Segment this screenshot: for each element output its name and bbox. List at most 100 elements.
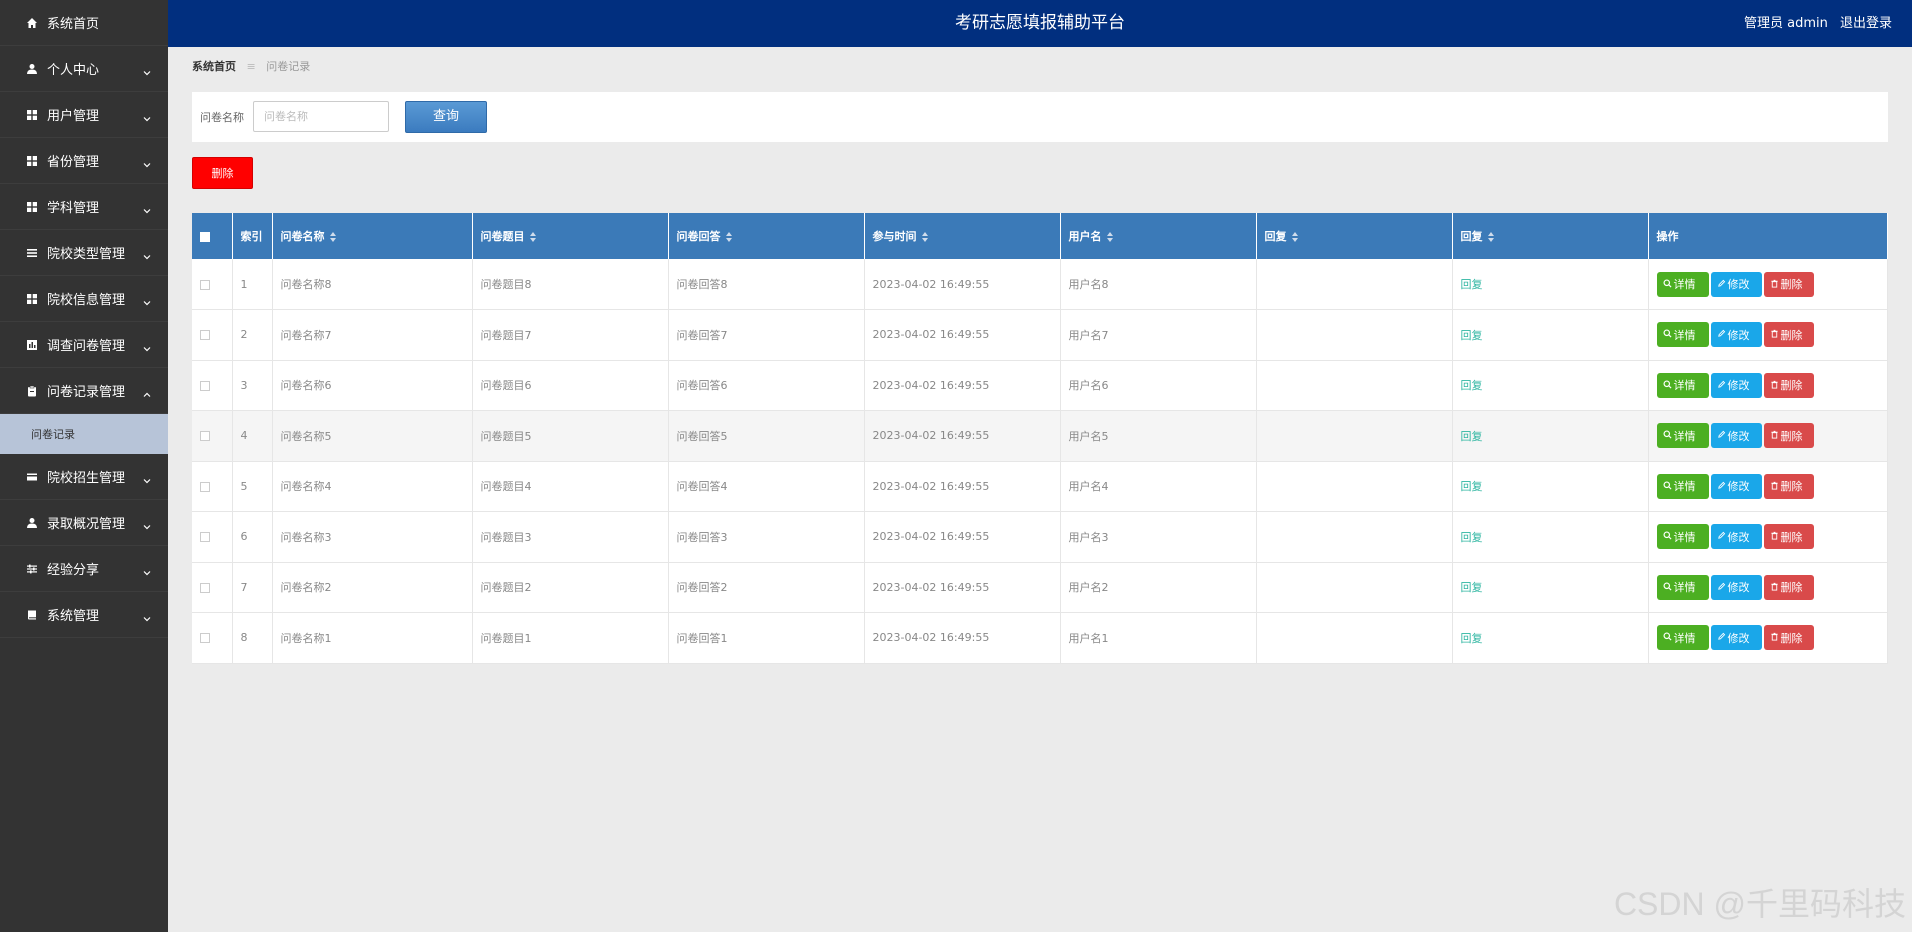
- sidebar-item-system-management[interactable]: 系统管理: [0, 592, 168, 638]
- sort-icon[interactable]: [1487, 232, 1494, 242]
- sidebar-subitem-survey-records[interactable]: 问卷记录: [0, 414, 168, 454]
- detail-button[interactable]: 详情: [1656, 322, 1709, 348]
- delete-button[interactable]: 删除: [1763, 574, 1814, 600]
- sidebar-item-home[interactable]: 系统首页: [0, 0, 168, 46]
- chevron-down-icon: [142, 517, 152, 530]
- search-input[interactable]: [253, 101, 389, 132]
- detail-button[interactable]: 详情: [1656, 524, 1709, 550]
- breadcrumb-home[interactable]: 系统首页: [192, 60, 236, 73]
- table-row[interactable]: 5 问卷名称4 问卷题目4 问卷回答4 2023-04-02 16:49:55 用户名4 回…: [192, 461, 1888, 512]
- table-row[interactable]: 4 问卷名称5 问卷题目5 问卷回答5 2023-04-02 16:49:55 用户名5 回…: [192, 410, 1888, 462]
- edit-button[interactable]: 修改: [1710, 271, 1762, 297]
- batch-delete-button[interactable]: 删除: [192, 157, 253, 189]
- sidebar-item-user-management[interactable]: 用户管理: [0, 92, 168, 138]
- reply-link[interactable]: 回复: [1461, 278, 1483, 291]
- delete-button[interactable]: 删除: [1763, 524, 1814, 550]
- table-row[interactable]: 1 问卷名称8 问卷题目8 问卷回答8 2023-04-02 16:49:55 用户名8 回…: [192, 259, 1888, 310]
- row-checkbox[interactable]: [200, 279, 210, 290]
- edit-button[interactable]: 修改: [1710, 372, 1762, 398]
- search-icon: [1662, 480, 1674, 493]
- col-reply-text[interactable]: 回复: [1256, 213, 1453, 259]
- reply-link[interactable]: 回复: [1461, 581, 1483, 594]
- sidebar-item-subject-management[interactable]: 学科管理: [0, 184, 168, 230]
- delete-button[interactable]: 删除: [1763, 372, 1814, 398]
- sidebar-item-school-type-management[interactable]: 院校类型管理: [0, 230, 168, 276]
- col-user[interactable]: 用户名: [1060, 213, 1257, 259]
- row-select-cell: [192, 410, 233, 462]
- sidebar-item-school-info-management[interactable]: 院校信息管理: [0, 276, 168, 322]
- col-reply-action[interactable]: 回复: [1452, 213, 1649, 259]
- reply-link[interactable]: 回复: [1461, 329, 1483, 342]
- sort-icon[interactable]: [329, 232, 336, 242]
- reply-link[interactable]: 回复: [1461, 531, 1483, 544]
- edit-button[interactable]: 修改: [1710, 574, 1762, 600]
- edit-button[interactable]: 修改: [1710, 625, 1762, 651]
- sidebar-item-personal-center[interactable]: 个人中心: [0, 46, 168, 92]
- sidebar-item-experience-sharing[interactable]: 经验分享: [0, 546, 168, 592]
- row-checkbox[interactable]: [200, 532, 210, 543]
- sort-icon[interactable]: [1106, 232, 1113, 242]
- select-all-checkbox[interactable]: [200, 231, 210, 242]
- detail-button[interactable]: 详情: [1656, 271, 1709, 297]
- row-checkbox[interactable]: [200, 431, 210, 442]
- sidebar-item-enrollment-overview[interactable]: 录取概况管理: [0, 500, 168, 546]
- cell-answer: 问卷回答4: [668, 461, 865, 512]
- delete-button[interactable]: 删除: [1763, 423, 1814, 449]
- reply-link[interactable]: 回复: [1461, 632, 1483, 645]
- reply-link[interactable]: 回复: [1461, 430, 1483, 443]
- delete-button[interactable]: 删除: [1763, 625, 1814, 651]
- row-checkbox[interactable]: [200, 582, 210, 593]
- sort-icon[interactable]: [1291, 232, 1298, 242]
- delete-button[interactable]: 删除: [1763, 473, 1814, 499]
- detail-button[interactable]: 详情: [1656, 372, 1709, 398]
- delete-button[interactable]: 删除: [1763, 322, 1814, 348]
- trash-icon: [1770, 328, 1781, 341]
- delete-label: 删除: [1780, 581, 1803, 595]
- cell-index: 8: [232, 612, 273, 664]
- table-row[interactable]: 2 问卷名称7 问卷题目7 问卷回答7 2023-04-02 16:49:55 用户名7 回…: [192, 309, 1888, 361]
- breadcrumb: 系统首页 ≡ 问卷记录: [192, 58, 310, 74]
- reply-link[interactable]: 回复: [1461, 379, 1483, 392]
- delete-label: 删除: [1780, 328, 1803, 342]
- col-topic[interactable]: 问卷题目: [472, 213, 669, 259]
- logout-link[interactable]: 退出登录: [1840, 16, 1892, 31]
- edit-button[interactable]: 修改: [1710, 473, 1762, 499]
- row-checkbox[interactable]: [200, 380, 210, 391]
- detail-label: 详情: [1673, 530, 1696, 544]
- edit-icon: [1717, 480, 1728, 493]
- query-button[interactable]: 查询: [405, 101, 487, 133]
- table-row[interactable]: 7 问卷名称2 问卷题目2 问卷回答2 2023-04-02 16:49:55 用户名2 回…: [192, 562, 1888, 613]
- table-row[interactable]: 8 问卷名称1 问卷题目1 问卷回答1 2023-04-02 16:49:55 用户名1 回…: [192, 612, 1888, 664]
- cell-topic: 问卷题目5: [472, 410, 669, 462]
- sort-icon[interactable]: [725, 232, 732, 242]
- detail-button[interactable]: 详情: [1656, 473, 1709, 499]
- chevron-down-icon: [142, 563, 152, 576]
- detail-button[interactable]: 详情: [1656, 574, 1709, 600]
- col-name[interactable]: 问卷名称: [272, 213, 473, 259]
- table-row[interactable]: 3 问卷名称6 问卷题目6 问卷回答6 2023-04-02 16:49:55 用户名6 回…: [192, 360, 1888, 411]
- detail-label: 详情: [1673, 480, 1696, 494]
- edit-button[interactable]: 修改: [1710, 524, 1762, 550]
- row-checkbox[interactable]: [200, 330, 210, 341]
- delete-button[interactable]: 删除: [1763, 271, 1814, 297]
- detail-button[interactable]: 详情: [1656, 423, 1709, 449]
- sort-icon[interactable]: [529, 232, 536, 242]
- col-time[interactable]: 参与时间: [864, 213, 1061, 259]
- sidebar-item-admission-management[interactable]: 院校招生管理: [0, 454, 168, 500]
- edit-button[interactable]: 修改: [1710, 322, 1762, 348]
- edit-icon: [1717, 379, 1728, 392]
- row-checkbox[interactable]: [200, 481, 210, 492]
- grid-icon: [26, 155, 38, 167]
- edit-label: 修改: [1727, 581, 1750, 595]
- sidebar-item-survey-management[interactable]: 调查问卷管理: [0, 322, 168, 368]
- sidebar-item-survey-record-management[interactable]: 问卷记录管理: [0, 368, 168, 414]
- sidebar-item-province-management[interactable]: 省份管理: [0, 138, 168, 184]
- table-row[interactable]: 6 问卷名称3 问卷题目3 问卷回答3 2023-04-02 16:49:55 用户名3 回…: [192, 511, 1888, 563]
- col-answer[interactable]: 问卷回答: [668, 213, 865, 259]
- edit-button[interactable]: 修改: [1710, 423, 1762, 449]
- cell-time: 2023-04-02 16:49:55: [864, 410, 1061, 462]
- row-checkbox[interactable]: [200, 633, 210, 644]
- detail-button[interactable]: 详情: [1656, 625, 1709, 651]
- reply-link[interactable]: 回复: [1461, 480, 1483, 493]
- sort-icon[interactable]: [921, 232, 928, 242]
